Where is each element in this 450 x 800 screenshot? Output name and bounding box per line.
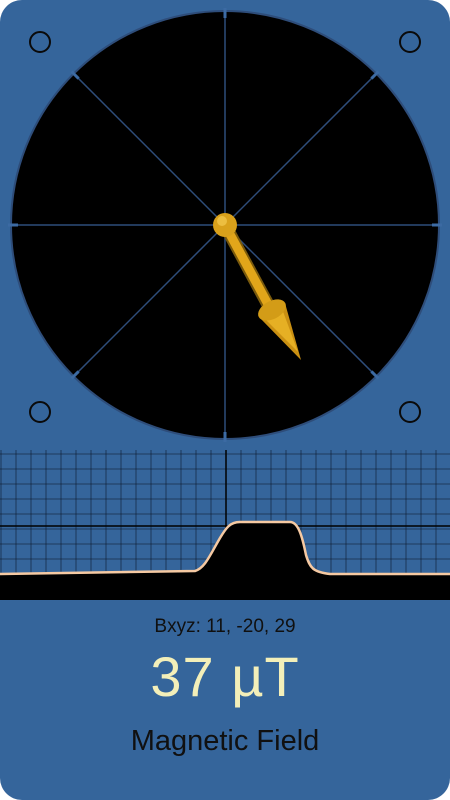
- screw-hole-top-right-icon: [399, 31, 421, 53]
- magnetometer-screen: Bxyz: 11, -20, 29 37 µT Magnetic Field: [0, 0, 450, 800]
- screw-hole-bottom-right-icon: [399, 401, 421, 423]
- readout-panel: Bxyz: 11, -20, 29 37 µT Magnetic Field: [0, 600, 450, 800]
- compass-dial: [8, 8, 442, 442]
- bxyz-readout: Bxyz: 11, -20, 29: [0, 616, 450, 638]
- bxyz-values: 11, -20, 29: [206, 616, 296, 637]
- screw-hole-top-left-icon: [29, 31, 51, 53]
- bxyz-label: Bxyz:: [154, 616, 201, 637]
- screw-hole-bottom-left-icon: [29, 401, 51, 423]
- field-history-graph: [0, 450, 450, 600]
- magnitude-value: 37: [150, 645, 215, 708]
- magnitude-unit: µT: [231, 645, 300, 708]
- sensor-title: Magnetic Field: [130, 725, 320, 757]
- field-magnitude: 37 µT: [0, 644, 450, 709]
